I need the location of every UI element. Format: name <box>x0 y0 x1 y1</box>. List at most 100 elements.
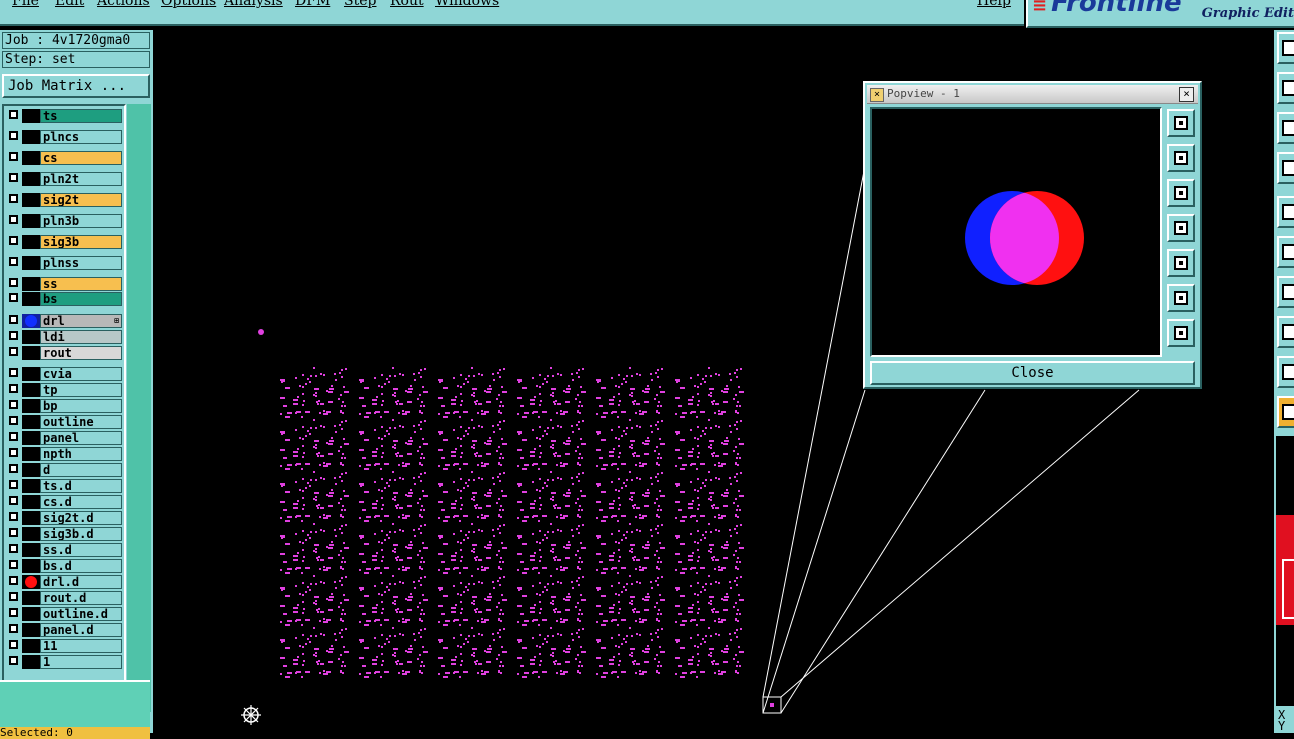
pan-right-icon[interactable] <box>1167 249 1195 277</box>
menu-actions[interactable]: Actions <box>97 0 150 9</box>
layer-checkbox[interactable] <box>9 496 18 505</box>
layer-row[interactable]: pln3b <box>8 214 122 228</box>
menu-windows[interactable]: Windows <box>435 0 499 9</box>
layer-checkbox[interactable] <box>9 368 18 377</box>
layer-name[interactable]: ss <box>40 277 122 291</box>
layer-name[interactable]: rout <box>40 346 122 360</box>
layer-name[interactable]: bp <box>40 399 122 413</box>
layer-name[interactable]: outline <box>40 415 122 429</box>
layer-row[interactable]: ss <box>8 277 122 291</box>
tool-3-icon[interactable] <box>1277 112 1294 144</box>
layer-name[interactable]: cvia <box>40 367 122 381</box>
popview-close-button[interactable]: Close <box>870 361 1195 385</box>
layer-row[interactable]: npth <box>8 447 122 461</box>
tool-1-icon[interactable] <box>1277 32 1294 64</box>
menu-rout[interactable]: Rout <box>390 0 424 9</box>
menu-file[interactable]: File <box>12 0 39 9</box>
layer-name[interactable]: bs <box>40 292 122 306</box>
layer-checkbox[interactable] <box>9 448 18 457</box>
popview-viewport[interactable] <box>870 107 1162 357</box>
layer-row[interactable]: d <box>8 463 122 477</box>
layer-name[interactable]: 1 <box>40 655 122 669</box>
layer-row[interactable]: drl ⊞ <box>8 314 122 328</box>
menu-step[interactable]: Step <box>344 0 376 9</box>
layer-name[interactable]: cs <box>40 151 122 165</box>
zoom-out-icon[interactable] <box>1167 284 1195 312</box>
layer-row[interactable]: sig2t <box>8 193 122 207</box>
window-menu-icon[interactable]: × <box>870 88 884 102</box>
layer-row[interactable]: panel.d <box>8 623 122 637</box>
layer-row[interactable]: plnss <box>8 256 122 270</box>
layer-checkbox[interactable] <box>9 315 18 324</box>
layer-checkbox[interactable] <box>9 576 18 585</box>
layer-list-scrollbar[interactable] <box>127 104 151 712</box>
layer-checkbox[interactable] <box>9 173 18 182</box>
layer-row[interactable]: tp <box>8 383 122 397</box>
layer-checkbox[interactable] <box>9 512 18 521</box>
zoom-in-icon[interactable] <box>1167 319 1195 347</box>
layer-row[interactable]: panel <box>8 431 122 445</box>
layer-name[interactable]: plncs <box>40 130 122 144</box>
layer-checkbox[interactable] <box>9 400 18 409</box>
layer-name[interactable]: ss.d <box>40 543 122 557</box>
layer-name[interactable]: outline.d <box>40 607 122 621</box>
layer-name[interactable]: plnss <box>40 256 122 270</box>
layer-name[interactable]: ldi <box>40 330 122 344</box>
layer-checkbox[interactable] <box>9 464 18 473</box>
layer-row[interactable]: bp <box>8 399 122 413</box>
layer-row[interactable]: drl.d <box>8 575 122 589</box>
job-matrix-button[interactable]: Job Matrix ... <box>2 74 150 98</box>
layer-name[interactable]: sig3b <box>40 235 122 249</box>
pan-down-icon[interactable] <box>1167 179 1195 207</box>
tool-2-icon[interactable] <box>1277 72 1294 104</box>
layer-checkbox[interactable] <box>9 152 18 161</box>
layer-row[interactable]: rout.d <box>8 591 122 605</box>
menu-options[interactable]: Options <box>161 0 216 9</box>
tool-9-icon[interactable] <box>1277 356 1294 388</box>
menu-dfm[interactable]: DFM <box>295 0 330 9</box>
layer-name[interactable]: sig2t <box>40 193 122 207</box>
layer-name[interactable]: rout.d <box>40 591 122 605</box>
layer-name[interactable]: pln3b <box>40 214 122 228</box>
layer-checkbox[interactable] <box>9 608 18 617</box>
layer-row[interactable]: pln2t <box>8 172 122 186</box>
layer-row[interactable]: ts.d <box>8 479 122 493</box>
layer-checkbox[interactable] <box>9 624 18 633</box>
layer-row[interactable]: bs <box>8 292 122 306</box>
layer-checkbox[interactable] <box>9 544 18 553</box>
layer-name[interactable]: pln2t <box>40 172 122 186</box>
layer-checkbox[interactable] <box>9 215 18 224</box>
layer-checkbox[interactable] <box>9 480 18 489</box>
tool-5-icon[interactable] <box>1277 196 1294 228</box>
pan-left-icon[interactable] <box>1167 214 1195 242</box>
popview-titlebar[interactable]: × Popview - 1 × <box>867 85 1198 104</box>
zoom-fit-icon[interactable] <box>1167 109 1195 137</box>
layer-checkbox[interactable] <box>9 528 18 537</box>
layer-name[interactable]: sig3b.d <box>40 527 122 541</box>
pan-up-icon[interactable] <box>1167 144 1195 172</box>
layer-name[interactable]: cs.d <box>40 495 122 509</box>
layer-row[interactable]: outline <box>8 415 122 429</box>
menu-analysis[interactable]: Analysis <box>224 0 283 9</box>
layer-name[interactable]: ts.d <box>40 479 122 493</box>
layer-row[interactable]: cs.d <box>8 495 122 509</box>
layer-checkbox[interactable] <box>9 236 18 245</box>
layer-row[interactable]: 1 <box>8 655 122 669</box>
layer-name[interactable]: drl ⊞ <box>40 314 122 328</box>
tool-4-icon[interactable] <box>1277 152 1294 184</box>
layer-checkbox[interactable] <box>9 592 18 601</box>
layer-checkbox[interactable] <box>9 432 18 441</box>
layer-row[interactable]: ss.d <box>8 543 122 557</box>
layer-checkbox[interactable] <box>9 278 18 287</box>
layer-checkbox[interactable] <box>9 416 18 425</box>
layer-name[interactable]: bs.d <box>40 559 122 573</box>
layer-row[interactable]: outline.d <box>8 607 122 621</box>
layer-row[interactable]: sig3b.d <box>8 527 122 541</box>
layer-name[interactable]: d <box>40 463 122 477</box>
layer-row[interactable]: plncs <box>8 130 122 144</box>
layer-name[interactable]: sig2t.d <box>40 511 122 525</box>
menu-edit[interactable]: Edit <box>55 0 84 9</box>
tool-6-icon[interactable] <box>1277 236 1294 268</box>
layer-checkbox[interactable] <box>9 560 18 569</box>
layer-checkbox[interactable] <box>9 257 18 266</box>
